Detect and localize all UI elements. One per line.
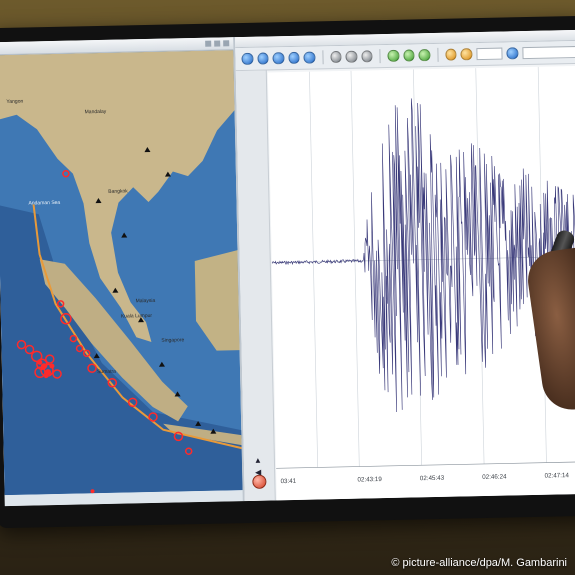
marker-icon[interactable] <box>444 48 457 61</box>
time-axis <box>276 461 575 469</box>
close-icon[interactable] <box>223 40 230 47</box>
stop-icon[interactable] <box>329 50 342 64</box>
info-icon[interactable] <box>506 47 519 60</box>
map-window: Yangon Mandalay Bangkok Malaysia Kuala L… <box>0 37 245 507</box>
photo-credit: © picture-alliance/dpa/M. Gambarini <box>391 557 567 569</box>
map-label-bangkok: Bangkok <box>108 188 128 194</box>
time-tick-label: 02:46:24 <box>482 473 507 481</box>
screen: Yangon Mandalay Bangkok Malaysia Kuala L… <box>0 29 575 507</box>
time-tick-label: 03:41 <box>280 478 296 485</box>
map-canvas[interactable]: Yangon Mandalay Bangkok Malaysia Kuala L… <box>0 50 243 496</box>
pick-icon[interactable] <box>460 48 473 61</box>
map-label-sumatra: Sumatra <box>97 369 116 375</box>
channel-field[interactable] <box>475 47 503 61</box>
map-label-mandalay: Mandalay <box>85 109 107 115</box>
refresh-icon[interactable] <box>387 49 400 62</box>
toolbar-separator <box>321 50 324 65</box>
seismic-waveform <box>271 98 575 413</box>
seismogram-window: ▲ ◀ ▼ 03:4102:43:1902:45:4302:46:2402:47… <box>235 29 575 502</box>
back-icon[interactable] <box>256 52 269 65</box>
time-tick-label: 02:45:43 <box>420 475 445 483</box>
toolbar-separator <box>436 47 439 62</box>
time-tick-label: 02:43:19 <box>357 476 382 484</box>
grid-line <box>350 70 360 467</box>
monitor: Yangon Mandalay Bangkok Malaysia Kuala L… <box>0 15 575 529</box>
minimize-icon[interactable] <box>205 40 212 47</box>
station-field[interactable] <box>522 45 575 60</box>
earthquake-map: Yangon Mandalay Bangkok Malaysia Kuala L… <box>0 50 243 496</box>
map-label-andaman: Andaman Sea <box>28 200 60 207</box>
zoom-out-icon[interactable] <box>303 51 316 64</box>
time-tick-label: 02:47:14 <box>545 472 570 480</box>
forward-icon[interactable] <box>272 52 285 65</box>
map-label-singapore: Singapore <box>161 337 184 343</box>
play-icon[interactable] <box>241 52 254 66</box>
map-label-malaysia: Malaysia <box>136 298 156 304</box>
settings-icon[interactable] <box>360 50 373 63</box>
scroll-up-icon[interactable]: ▲ <box>253 456 263 466</box>
save-icon[interactable] <box>418 49 431 62</box>
record-icon[interactable] <box>402 49 415 62</box>
map-label-kuala-lumpur: Kuala Lumpur <box>121 313 153 320</box>
toolbar-separator <box>379 49 381 64</box>
map-label-yangon: Yangon <box>6 99 23 105</box>
zoom-in-icon[interactable] <box>287 51 300 65</box>
maximize-icon[interactable] <box>214 40 221 47</box>
grid-line <box>309 71 319 468</box>
close-icon[interactable] <box>252 474 267 489</box>
filter-icon[interactable] <box>345 50 358 63</box>
